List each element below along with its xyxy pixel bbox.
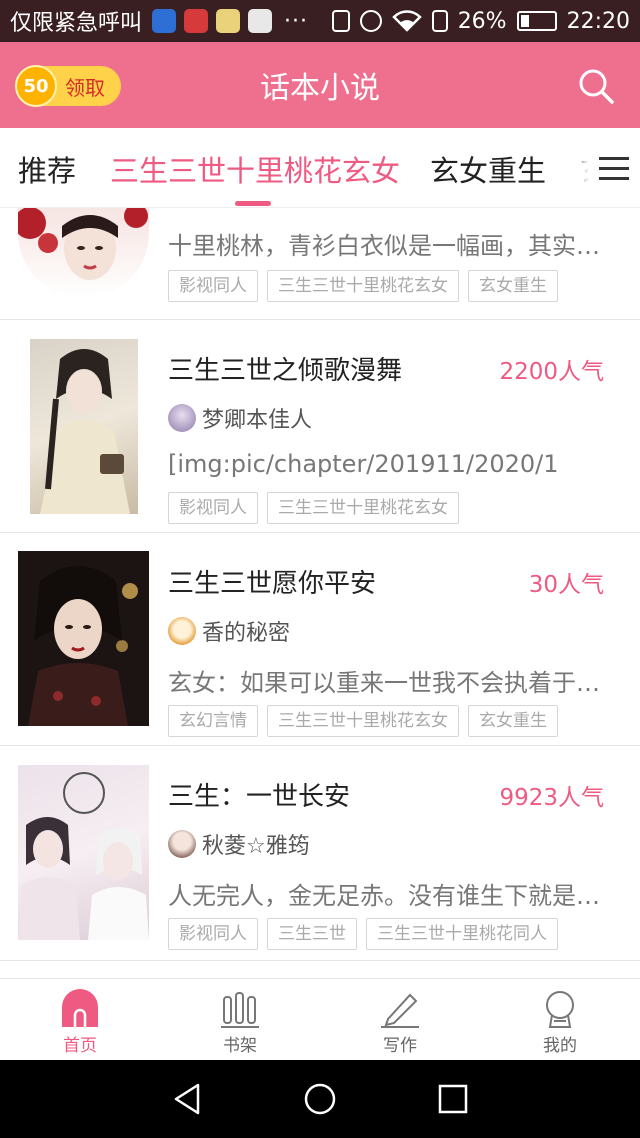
battery-percent: 26% bbox=[457, 8, 507, 34]
book-title[interactable]: 三生三世愿你平安 bbox=[168, 563, 376, 600]
more-notifications-icon: ··· bbox=[284, 8, 308, 34]
book-cover bbox=[18, 551, 149, 726]
home-icon bbox=[62, 989, 98, 1027]
category-tabs: 推荐 三生三世十里桃花玄女 玄女重生 玄 bbox=[0, 128, 640, 208]
coin-icon: 50 bbox=[15, 65, 57, 107]
book-tag[interactable]: 玄幻言情 bbox=[168, 705, 258, 737]
battery-icon bbox=[516, 11, 557, 31]
book-tag[interactable]: 影视同人 bbox=[168, 492, 258, 524]
tab-xuannv-rebirth[interactable]: 玄女重生 bbox=[430, 148, 546, 190]
author-name: 秋菱☆雅筠 bbox=[202, 834, 310, 859]
search-icon[interactable] bbox=[576, 66, 616, 106]
chat-app-icon bbox=[216, 9, 241, 33]
book-tag[interactable]: 影视同人 bbox=[168, 270, 258, 302]
book-description: 十里桃林，青衫白衣似是一幅画，其实… bbox=[168, 232, 600, 260]
book-tag[interactable]: 三生三世十里桃花玄女 bbox=[267, 705, 459, 737]
pen-icon bbox=[381, 993, 419, 1028]
list-item[interactable]: 三生：一世长安 9923人气 秋菱☆雅筠 人无完人，金无足赤。没有谁生下就是… … bbox=[0, 746, 640, 961]
sim-icon bbox=[431, 10, 448, 32]
wifi-icon bbox=[391, 10, 422, 32]
popularity-count: 30人气 bbox=[528, 572, 604, 598]
author-row[interactable]: 梦卿本佳人 bbox=[168, 402, 312, 434]
book-tags: 影视同人 三生三世十里桃花玄女 bbox=[168, 492, 459, 524]
book-tag[interactable]: 三生三世十里桃花同人 bbox=[366, 918, 558, 950]
book-tags: 玄幻言情 三生三世十里桃花玄女 玄女重生 bbox=[168, 705, 558, 737]
book-tag[interactable]: 玄女重生 bbox=[468, 270, 558, 302]
vibrate-icon bbox=[331, 10, 350, 32]
popularity-count: 2200人气 bbox=[499, 359, 604, 385]
book-cover bbox=[18, 765, 149, 940]
clock: 22:20 bbox=[566, 8, 630, 34]
author-name: 香的秘密 bbox=[202, 621, 291, 646]
book-tags: 影视同人 三生三世 三生三世十里桃花同人 bbox=[168, 918, 558, 950]
book-cover bbox=[30, 339, 138, 514]
system-nav-bar bbox=[0, 1060, 640, 1138]
book-list: 十里桃林，青衫白衣似是一幅画，其实… 影视同人 三生三世十里桃花玄女 玄女重生 … bbox=[0, 208, 640, 978]
book-description: [img:pic/chapter/201911/2020/1 bbox=[168, 450, 559, 478]
author-name: 梦卿本佳人 bbox=[202, 408, 313, 433]
status-bar: 仅限紧急呼叫 ··· 26% 22:20 bbox=[0, 0, 640, 42]
popularity-count: 9923人气 bbox=[499, 785, 604, 811]
alarm-icon bbox=[359, 10, 382, 32]
book-tag[interactable]: 三生三世十里桃花玄女 bbox=[267, 270, 459, 302]
nav-bookshelf[interactable]: 书架 bbox=[160, 979, 320, 1060]
home-circle-icon[interactable] bbox=[303, 1082, 337, 1116]
author-avatar bbox=[168, 830, 196, 858]
tab-sansheng-xuannv[interactable]: 三生三世十里桃花玄女 bbox=[110, 148, 400, 190]
nav-label: 我的 bbox=[543, 1036, 577, 1056]
book-title[interactable]: 三生：一世长安 bbox=[168, 776, 350, 813]
author-row[interactable]: 香的秘密 bbox=[168, 615, 290, 647]
nav-profile[interactable]: 我的 bbox=[480, 979, 640, 1060]
nav-label: 书架 bbox=[223, 1036, 257, 1056]
bottom-navigation: 首页 书架 写作 我的 bbox=[0, 978, 640, 1060]
book-title[interactable]: 三生三世之倾歌漫舞 bbox=[168, 350, 402, 387]
tab-recommend[interactable]: 推荐 bbox=[18, 148, 76, 190]
app-header: 50 领取 话本小说 bbox=[0, 42, 640, 128]
back-icon[interactable] bbox=[170, 1082, 204, 1116]
nav-label: 首页 bbox=[63, 1036, 97, 1056]
book-tag[interactable]: 玄女重生 bbox=[468, 705, 558, 737]
book-description: 玄女：如果可以重来一世我不会执着于… bbox=[168, 669, 600, 697]
book-tags: 影视同人 三生三世十里桃花玄女 玄女重生 bbox=[168, 270, 558, 302]
nav-home[interactable]: 首页 bbox=[0, 979, 160, 1060]
book-tag[interactable]: 三生三世十里桃花玄女 bbox=[267, 492, 459, 524]
bookshelf-icon bbox=[221, 992, 259, 1028]
news-app-icon bbox=[184, 9, 209, 33]
app-title: 话本小说 bbox=[260, 71, 380, 106]
list-item[interactable]: 三生三世之倾歌漫舞 2200人气 梦卿本佳人 [img:pic/chapter/… bbox=[0, 320, 640, 533]
tabs-menu-icon[interactable] bbox=[588, 140, 640, 196]
profile-icon bbox=[546, 991, 574, 1028]
recents-icon[interactable] bbox=[436, 1082, 470, 1116]
author-row[interactable]: 秋菱☆雅筠 bbox=[168, 828, 310, 860]
list-item[interactable]: 十里桃林，青衫白衣似是一幅画，其实… 影视同人 三生三世十里桃花玄女 玄女重生 bbox=[0, 208, 640, 320]
list-item[interactable]: 三生三世愿你平安 30人气 香的秘密 玄女：如果可以重来一世我不会执着于… 玄幻… bbox=[0, 533, 640, 746]
book-tag[interactable]: 三生三世 bbox=[267, 918, 357, 950]
video-app-icon bbox=[248, 9, 273, 33]
book-cover bbox=[18, 208, 149, 298]
nav-write[interactable]: 写作 bbox=[320, 979, 480, 1060]
author-avatar bbox=[168, 617, 196, 645]
claim-coins-button[interactable]: 50 领取 bbox=[15, 65, 121, 107]
carrier-text: 仅限紧急呼叫 bbox=[10, 11, 143, 36]
claim-label: 领取 bbox=[65, 75, 105, 100]
nav-label: 写作 bbox=[383, 1036, 417, 1056]
author-avatar bbox=[168, 404, 196, 432]
active-tab-indicator bbox=[235, 201, 271, 206]
book-description: 人无完人，金无足赤。没有谁生下就是… bbox=[168, 882, 600, 910]
shield-app-icon bbox=[152, 9, 177, 33]
book-tag[interactable]: 影视同人 bbox=[168, 918, 258, 950]
